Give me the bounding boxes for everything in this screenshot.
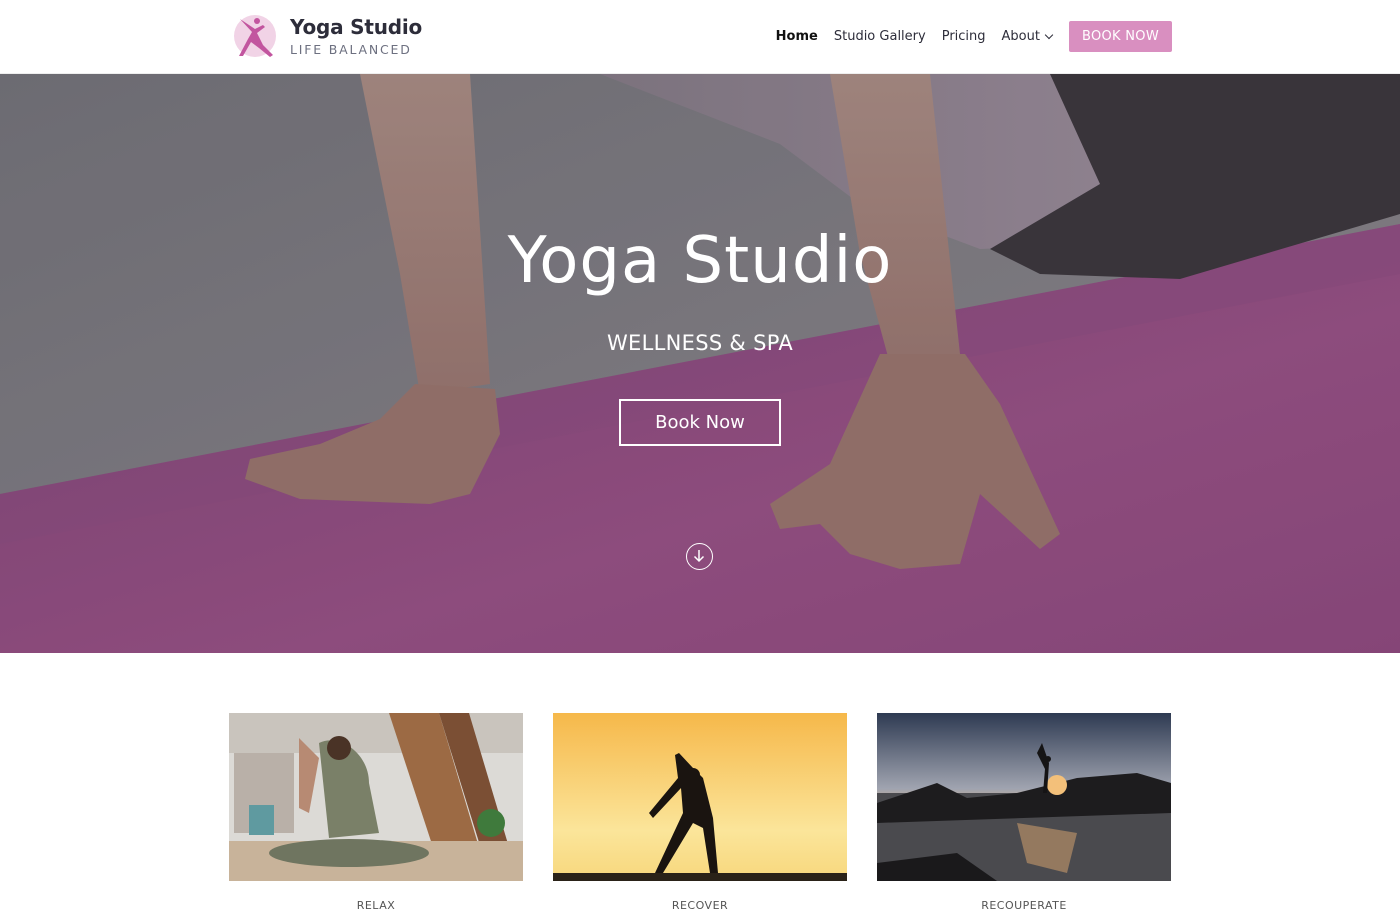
- site-title: Yoga Studio: [290, 15, 423, 39]
- feature-card-recover[interactable]: RECOVER: [553, 713, 847, 912]
- book-now-button[interactable]: BOOK NOW: [1068, 21, 1172, 52]
- hero-book-now-button[interactable]: Book Now: [619, 399, 781, 446]
- site-header: Yoga Studio LIFE BALANCED Home Studio Ga…: [0, 0, 1400, 74]
- hero-subtitle: WELLNESS & SPA: [606, 331, 793, 355]
- nav-item-about[interactable]: About: [1001, 29, 1054, 44]
- arrow-down-circle-icon[interactable]: [686, 543, 713, 570]
- feature-card-relax[interactable]: RELAX: [229, 713, 523, 912]
- site-tagline: LIFE BALANCED: [290, 42, 412, 57]
- site-logo[interactable]: Yoga Studio LIFE BALANCED: [229, 12, 422, 60]
- chevron-down-icon: [1044, 30, 1054, 40]
- hero-section: Yoga Studio WELLNESS & SPA Book Now: [0, 74, 1400, 653]
- nav-item-about-label: About: [1001, 29, 1040, 44]
- feature-card-recouperate[interactable]: RECOUPERATE: [877, 713, 1171, 912]
- feature-image-recover[interactable]: [553, 713, 847, 881]
- nav-item-pricing[interactable]: Pricing: [942, 29, 986, 44]
- nav-item-studio-gallery[interactable]: Studio Gallery: [834, 29, 926, 44]
- main-nav: Home Studio Gallery Pricing About BOOK N…: [760, 21, 1172, 52]
- feature-image-relax[interactable]: [229, 713, 523, 881]
- feature-label-recover: RECOVER: [671, 899, 729, 912]
- feature-image-recouperate[interactable]: [877, 713, 1171, 881]
- feature-cards: RELAX RECOVER RECOUPERATE: [229, 713, 1171, 918]
- yoga-pose-icon: [229, 12, 277, 60]
- nav-item-home[interactable]: Home: [776, 29, 818, 44]
- hero-title: Yoga Studio: [507, 224, 893, 298]
- feature-label-recouperate: RECOUPERATE: [981, 899, 1067, 912]
- feature-label-relax: RELAX: [356, 899, 396, 912]
